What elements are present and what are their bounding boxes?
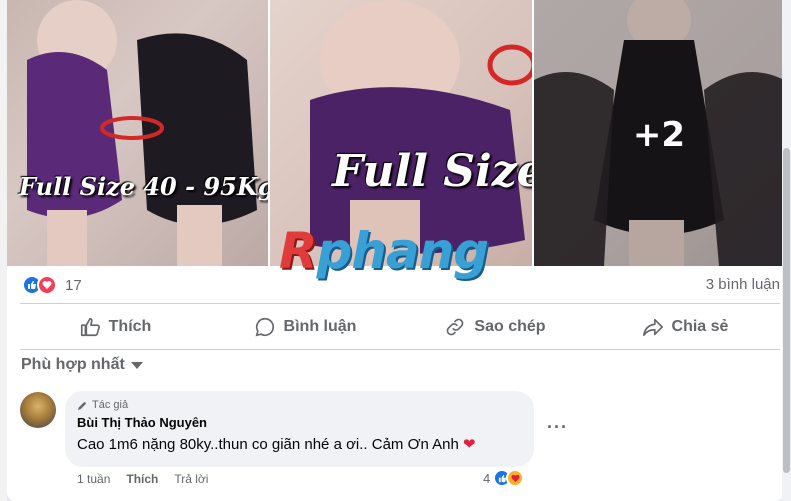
- comment-body: Cao 1m6 nặng 80ky..thun co giãn nhé a ơi…: [77, 436, 459, 453]
- comment-sort-dropdown[interactable]: Phù hợp nhất: [21, 356, 143, 374]
- scrollbar-thumb[interactable]: [783, 148, 790, 473]
- author-badge: Tác giả: [77, 399, 522, 411]
- share-arrow-icon: [642, 318, 663, 337]
- pencil-icon: [77, 401, 87, 410]
- share-label: Chia sẻ: [671, 318, 729, 335]
- comment-reaction-count: 4: [483, 470, 491, 486]
- like-label: Thích: [108, 318, 152, 335]
- comment-time[interactable]: 1 tuần: [77, 472, 110, 486]
- sort-label: Phù hợp nhất: [21, 356, 125, 373]
- comment-like-button[interactable]: Thích: [126, 472, 158, 486]
- copy-button[interactable]: Sao chép: [400, 305, 590, 349]
- post-card: Full Size 40 - 95Kg Full Size +2 Rphang: [7, 0, 784, 501]
- photo-3[interactable]: +2: [534, 0, 784, 266]
- love-reaction-icon: [37, 275, 57, 295]
- comment-label: Bình luận: [283, 318, 357, 335]
- watermark-logo: Rphang: [279, 222, 490, 280]
- divider: [20, 349, 780, 350]
- comment-button[interactable]: Bình luận: [210, 305, 400, 349]
- reaction-summary[interactable]: 17: [22, 274, 82, 296]
- share-button[interactable]: Chia sẻ: [590, 305, 780, 349]
- avatar[interactable]: [20, 392, 56, 428]
- post-actions: Thích Bình luận Sao chép Chia sẻ: [20, 305, 780, 349]
- photo-1[interactable]: Full Size 40 - 95Kg: [7, 0, 268, 266]
- comment-reaction-summary[interactable]: 4: [483, 469, 525, 487]
- watermark-letter: R: [279, 222, 318, 280]
- comment-author[interactable]: Bùi Thị Thảo Nguyên: [77, 415, 522, 430]
- author-badge-label: Tác giả: [92, 399, 129, 411]
- background-strip: [0, 0, 7, 501]
- heart-emoji-icon: ❤: [463, 436, 476, 453]
- comment-reply-button[interactable]: Trả lời: [174, 472, 208, 486]
- comment-bubble-icon: [255, 317, 274, 337]
- link-icon: [447, 318, 464, 336]
- more-photos-count[interactable]: +2: [534, 115, 784, 155]
- thumbs-up-icon: [80, 317, 100, 337]
- care-reaction-icon: [506, 469, 525, 487]
- comment-bubble: Tác giả Bùi Thị Thảo Nguyên Cao 1m6 nặng…: [65, 391, 534, 467]
- divider: [20, 303, 780, 304]
- lingerie-photo-1: [27, 0, 257, 266]
- comment-count-link[interactable]: 3 bình luận: [706, 276, 780, 293]
- photo-caption: Full Size 40 - 95Kg: [19, 172, 268, 201]
- scrollbar[interactable]: [782, 0, 791, 501]
- like-button[interactable]: Thích: [20, 305, 210, 349]
- copy-label: Sao chép: [474, 318, 546, 335]
- comment-meta: 1 tuần Thích Trả lời: [77, 472, 208, 486]
- watermark-text: phang: [316, 222, 490, 280]
- photo-grid: Full Size 40 - 95Kg Full Size +2 Rphang: [7, 0, 784, 280]
- comment-text: Cao 1m6 nặng 80ky..thun co giãn nhé a ơi…: [77, 435, 522, 453]
- more-options-icon[interactable]: ···: [547, 417, 568, 438]
- chevron-down-icon: [130, 361, 143, 369]
- reaction-count: 17: [65, 276, 82, 294]
- photo-caption: Full Size: [332, 146, 532, 197]
